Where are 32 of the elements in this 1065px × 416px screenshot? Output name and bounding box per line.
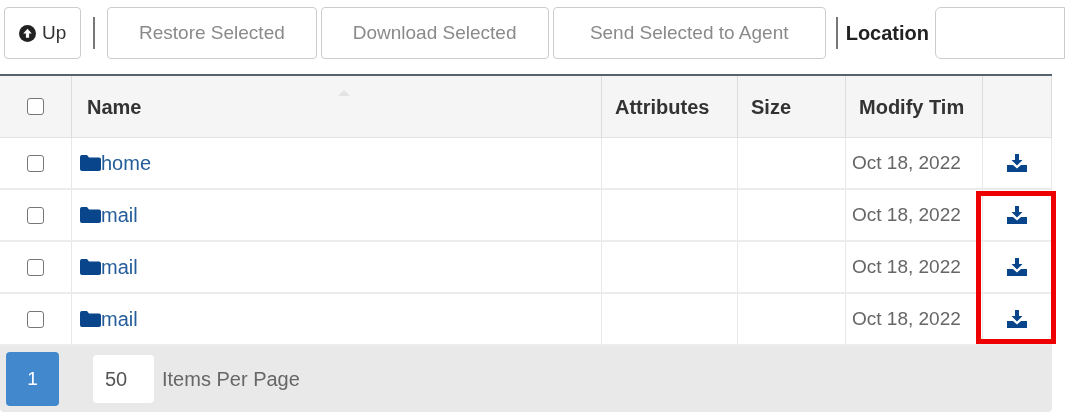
page-button[interactable]: 1 <box>6 352 59 406</box>
folder-link[interactable]: mail <box>101 252 138 282</box>
modify-time: Oct 18, 2022 <box>852 306 961 331</box>
modify-time: Oct 18, 2022 <box>852 254 961 279</box>
column-header[interactable]: Name <box>87 91 142 122</box>
folder-icon <box>80 155 101 171</box>
download-icon[interactable] <box>1007 206 1027 224</box>
column-header[interactable]: Modify Tim <box>859 91 965 122</box>
checkbox[interactable] <box>27 98 44 115</box>
location-field[interactable] <box>935 7 1065 59</box>
checkbox[interactable] <box>27 258 44 276</box>
checkbox[interactable] <box>27 206 44 224</box>
folder-icon <box>80 259 101 275</box>
arrow-up-circle-icon <box>19 24 36 42</box>
folder-link[interactable]: mail <box>101 304 138 334</box>
modify-time: Oct 18, 2022 <box>852 150 961 175</box>
folder-link[interactable]: home <box>101 148 152 178</box>
folder-icon <box>80 207 101 223</box>
column-header[interactable]: Size <box>751 91 792 122</box>
page-size-label: Items Per Page <box>162 367 300 392</box>
page-size-field[interactable]: 50 <box>93 355 154 403</box>
download-icon[interactable] <box>1007 310 1027 328</box>
location-label: Location <box>845 21 929 46</box>
download-icon[interactable] <box>1007 258 1027 276</box>
download-icon[interactable] <box>1007 154 1027 172</box>
folder-link[interactable]: mail <box>101 200 138 230</box>
folder-icon <box>80 311 101 327</box>
column-header[interactable]: Attributes <box>615 91 710 122</box>
up-button[interactable]: Up <box>4 7 82 59</box>
modify-time: Oct 18, 2022 <box>852 202 961 227</box>
checkbox[interactable] <box>27 310 44 328</box>
checkbox[interactable] <box>27 154 44 172</box>
